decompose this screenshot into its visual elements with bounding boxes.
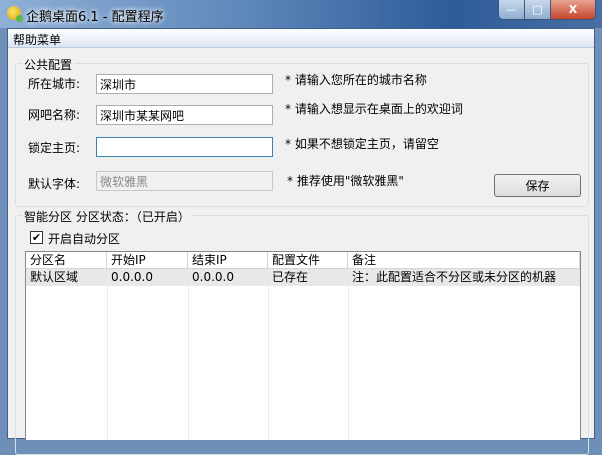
city-hint: * 请输入您所在的城市名称 bbox=[285, 73, 427, 87]
column-header[interactable]: 结束IP bbox=[188, 252, 268, 268]
font-label: 默认字体: bbox=[28, 177, 81, 191]
font-input bbox=[96, 171, 273, 191]
partition-table: 分区名 开始IP 结束IP 配置文件 备注 默认区域 0.0.0.0 0.0.0… bbox=[25, 251, 581, 440]
column-header[interactable]: 开始IP bbox=[107, 252, 188, 268]
title-bar: 企鹅桌面6.1 - 配置程序 — □ X bbox=[0, 0, 602, 28]
cell-start-ip: 0.0.0.0 bbox=[107, 269, 188, 286]
netbar-input[interactable] bbox=[96, 105, 273, 125]
cell-name: 默认区域 bbox=[26, 269, 107, 286]
homepage-hint: * 如果不想锁定主页，请留空 bbox=[285, 137, 439, 151]
close-button[interactable]: X bbox=[551, 0, 595, 19]
cell-note: 注：此配置适合不分区或未分区的机器 bbox=[348, 269, 580, 286]
table-header: 分区名 开始IP 结束IP 配置文件 备注 bbox=[26, 252, 580, 269]
netbar-label: 网吧名称: bbox=[28, 108, 81, 122]
netbar-hint: * 请输入想显示在桌面上的欢迎词 bbox=[285, 102, 463, 116]
column-header[interactable]: 备注 bbox=[348, 252, 580, 268]
menu-help[interactable]: 帮助菜单 bbox=[13, 31, 61, 48]
window-body: 帮助菜单 公共配置 所在城市: * 请输入您所在的城市名称 网吧名称: * 请输… bbox=[7, 28, 595, 455]
window-title: 企鹅桌面6.1 - 配置程序 bbox=[26, 10, 164, 25]
auto-partition-checkbox[interactable]: ✔ bbox=[30, 231, 43, 244]
table-row[interactable]: 默认区域 0.0.0.0 0.0.0.0 已存在 注：此配置适合不分区或未分区的… bbox=[26, 269, 580, 286]
group-title: 智能分区 分区状态：（已开启） bbox=[22, 208, 192, 225]
maximize-button[interactable]: □ bbox=[525, 0, 551, 19]
homepage-label: 锁定主页: bbox=[28, 141, 81, 155]
auto-partition-label[interactable]: 开启自动分区 bbox=[48, 230, 120, 247]
cell-config: 已存在 bbox=[268, 269, 348, 286]
menu-bar: 帮助菜单 bbox=[8, 29, 594, 48]
city-label: 所在城市: bbox=[28, 77, 81, 91]
column-header[interactable]: 配置文件 bbox=[268, 252, 348, 268]
save-button[interactable]: 保存 bbox=[494, 174, 581, 197]
cell-end-ip: 0.0.0.0 bbox=[188, 269, 268, 286]
font-hint: * 推荐使用"微软雅黑" bbox=[287, 174, 404, 188]
group-title: 公共配置 bbox=[22, 56, 75, 73]
city-input[interactable] bbox=[96, 74, 273, 94]
column-header[interactable]: 分区名 bbox=[26, 252, 107, 268]
app-icon bbox=[7, 6, 23, 22]
homepage-input[interactable] bbox=[96, 137, 273, 157]
minimize-button[interactable]: — bbox=[499, 0, 525, 19]
